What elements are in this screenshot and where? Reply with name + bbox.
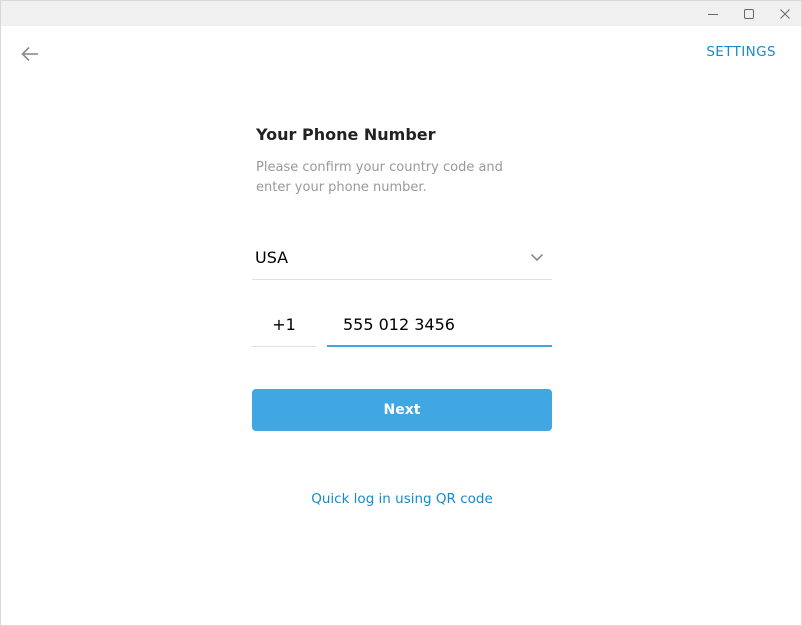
minimize-button[interactable] [695,1,731,26]
phone-number-value: 555 012 3456 [343,315,455,334]
settings-button[interactable]: SETTINGS [706,44,776,60]
page-description: Please confirm your country code and ent… [256,160,503,195]
maximize-icon [744,8,754,19]
next-button[interactable]: Next [252,389,552,431]
page-title: Your Phone Number [256,125,436,144]
back-button[interactable] [15,39,45,69]
close-icon [780,8,790,19]
title-bar [1,1,801,26]
app-window: SETTINGS Your Phone Number Please confir… [0,0,802,626]
country-code-input[interactable]: +1 [252,306,316,347]
country-select[interactable]: USA [252,237,552,280]
chevron-down-icon [531,254,543,261]
close-button[interactable] [767,1,802,26]
maximize-button[interactable] [731,1,767,26]
arrow-left-icon [21,46,38,62]
phone-number-input[interactable]: 555 012 3456 [327,306,552,347]
minimize-icon [708,13,718,15]
qr-login-link[interactable]: Quick log in using QR code [252,491,552,507]
country-code-value: +1 [272,315,296,334]
country-value: USA [255,248,289,267]
